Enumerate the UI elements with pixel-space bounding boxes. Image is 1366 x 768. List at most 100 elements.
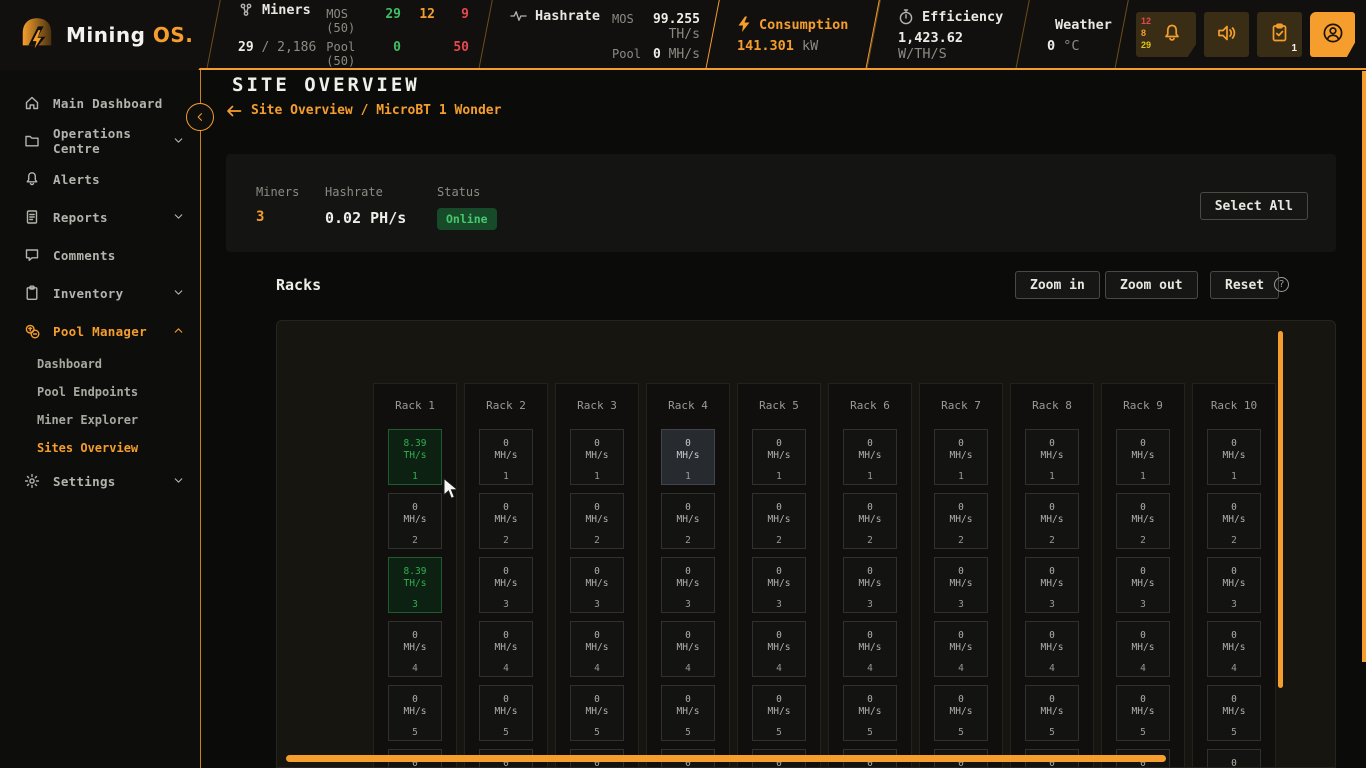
sidebar-item-dashboard[interactable]: Dashboard [0,350,200,378]
miner-cell-rack-2-5[interactable]: 0MH/s5 [479,685,533,741]
miner-cell-rack-8-3[interactable]: 0MH/s3 [1025,557,1079,613]
cell-hashrate-value: 0 [503,502,509,514]
miner-cell-rack-5-4[interactable]: 0MH/s4 [752,621,806,677]
miner-cell-rack-5-5[interactable]: 0MH/s5 [752,685,806,741]
miner-cell-rack-1-4[interactable]: 0MH/s4 [388,621,442,677]
miner-cell-rack-4-2[interactable]: 0MH/s2 [661,493,715,549]
cell-hashrate-value: 0 [503,630,509,642]
racks-horizontal-scrollbar[interactable] [286,755,1166,762]
cell-hashrate-value: 0 [1049,694,1055,706]
miner-cell-rack-8-2[interactable]: 0MH/s2 [1025,493,1079,549]
miner-cell-rack-10-1[interactable]: 0MH/s1 [1207,429,1261,485]
miner-cell-rack-7-3[interactable]: 0MH/s3 [934,557,988,613]
sidebar-item-sites-overview[interactable]: Sites Overview [0,434,200,462]
miner-cell-rack-9-5[interactable]: 0MH/s5 [1116,685,1170,741]
cell-hashrate-value: 0 [867,502,873,514]
coins-icon [24,323,41,340]
reset-button[interactable]: Reset [1210,271,1279,299]
cell-miner-number: 1 [958,471,964,483]
app-logo[interactable]: Mining OS. [0,0,213,70]
miner-cell-rack-9-2[interactable]: 0MH/s2 [1116,493,1170,549]
cell-hashrate-value: 0 [503,438,509,450]
sidebar-item-settings[interactable]: Settings [0,462,200,500]
select-all-button[interactable]: Select All [1200,192,1308,220]
miner-cell-rack-2-3[interactable]: 0MH/s3 [479,557,533,613]
zoom-out-button[interactable]: Zoom out [1105,271,1198,299]
miner-cell-rack-1-5[interactable]: 0MH/s5 [388,685,442,741]
sidebar-item-main-dashboard[interactable]: Main Dashboard [0,84,200,122]
cell-hashrate-unit: MH/s [1223,514,1246,526]
miner-cell-rack-9-1[interactable]: 0MH/s1 [1116,429,1170,485]
clipboard-icon [24,285,41,302]
sidebar-item-reports[interactable]: Reports [0,198,200,236]
miner-cell-rack-4-5[interactable]: 0MH/s5 [661,685,715,741]
miner-cell-rack-5-2[interactable]: 0MH/s2 [752,493,806,549]
cell-miner-number: 4 [958,663,964,675]
cell-miner-number: 1 [1049,471,1055,483]
miner-cell-rack-10-6[interactable]: 0MH/s6 [1207,749,1261,768]
miner-cell-rack-10-3[interactable]: 0MH/s3 [1207,557,1261,613]
cell-hashrate-unit: MH/s [586,578,609,590]
racks-vertical-scrollbar[interactable] [1278,331,1283,688]
miner-cell-rack-8-4[interactable]: 0MH/s4 [1025,621,1079,677]
cell-miner-number: 1 [685,471,691,483]
miner-cell-rack-8-1[interactable]: 0MH/s1 [1025,429,1079,485]
weather-value: 0 °C [1047,38,1105,54]
sidebar-item-operations-centre[interactable]: Operations Centre [0,122,200,160]
miner-cell-rack-6-2[interactable]: 0MH/s2 [843,493,897,549]
miner-cell-rack-5-1[interactable]: 0MH/s1 [752,429,806,485]
miner-cell-rack-4-3[interactable]: 0MH/s3 [661,557,715,613]
page-scrollbar[interactable] [1362,71,1366,662]
account-button[interactable] [1310,12,1355,57]
miner-cell-rack-4-1[interactable]: 0MH/s1 [661,429,715,485]
miner-cell-rack-7-1[interactable]: 0MH/s1 [934,429,988,485]
miner-cell-rack-3-4[interactable]: 0MH/s4 [570,621,624,677]
miner-cell-rack-3-5[interactable]: 0MH/s5 [570,685,624,741]
sidebar-item-pool-manager[interactable]: Pool Manager [0,312,200,350]
miner-cell-rack-6-3[interactable]: 0MH/s3 [843,557,897,613]
miner-cell-rack-1-1[interactable]: 8.39TH/s1 [388,429,442,485]
miner-cell-rack-1-3[interactable]: 8.39TH/s3 [388,557,442,613]
breadcrumb[interactable]: Site Overview / MicroBT 1 Wonder [226,103,501,118]
cell-hashrate-value: 0 [503,694,509,706]
miner-cell-rack-6-1[interactable]: 0MH/s1 [843,429,897,485]
miner-cell-rack-3-3[interactable]: 0MH/s3 [570,557,624,613]
alerts-bell-button[interactable]: 12 8 29 [1136,12,1196,57]
sidebar-collapse-button[interactable] [186,103,214,131]
miner-cell-rack-10-4[interactable]: 0MH/s4 [1207,621,1261,677]
miner-cell-rack-10-2[interactable]: 0MH/s2 [1207,493,1261,549]
miner-cell-rack-2-1[interactable]: 0MH/s1 [479,429,533,485]
sidebar-item-inventory[interactable]: Inventory [0,274,200,312]
sidebar-item-miner-explorer[interactable]: Miner Explorer [0,406,200,434]
pool-err-count: 50 [445,40,469,55]
sidebar-item-comments[interactable]: Comments [0,236,200,274]
miner-cell-rack-6-4[interactable]: 0MH/s4 [843,621,897,677]
sidebar-item-pool-endpoints[interactable]: Pool Endpoints [0,378,200,406]
miner-cell-rack-9-3[interactable]: 0MH/s3 [1116,557,1170,613]
sidebar-item-alerts[interactable]: Alerts [0,160,200,198]
tasks-clipboard-button[interactable]: 1 [1257,12,1302,57]
announcements-speaker-button[interactable] [1204,12,1249,57]
miner-cell-rack-3-2[interactable]: 0MH/s2 [570,493,624,549]
miner-cell-rack-2-2[interactable]: 0MH/s2 [479,493,533,549]
cell-miner-number: 3 [412,599,418,611]
miner-cell-rack-10-5[interactable]: 0MH/s5 [1207,685,1261,741]
weather-title: Weather [1047,17,1105,33]
miner-cell-rack-8-5[interactable]: 0MH/s5 [1025,685,1079,741]
sidebar-subitem-label: Sites Overview [37,441,138,455]
miner-cell-rack-7-4[interactable]: 0MH/s4 [934,621,988,677]
miner-cell-rack-3-1[interactable]: 0MH/s1 [570,429,624,485]
miner-cell-rack-1-2[interactable]: 0MH/s2 [388,493,442,549]
zoom-in-button[interactable]: Zoom in [1015,271,1100,299]
miner-cell-rack-9-4[interactable]: 0MH/s4 [1116,621,1170,677]
help-icon[interactable]: ? [1274,277,1289,292]
miner-cell-rack-2-4[interactable]: 0MH/s4 [479,621,533,677]
miner-cell-rack-4-4[interactable]: 0MH/s4 [661,621,715,677]
miner-cell-rack-7-2[interactable]: 0MH/s2 [934,493,988,549]
miner-cell-rack-7-5[interactable]: 0MH/s5 [934,685,988,741]
miner-cell-rack-6-5[interactable]: 0MH/s5 [843,685,897,741]
cell-hashrate-value: 0 [1140,630,1146,642]
miner-cell-rack-5-3[interactable]: 0MH/s3 [752,557,806,613]
cell-miner-number: 3 [1231,599,1237,611]
cell-miner-number: 3 [594,599,600,611]
